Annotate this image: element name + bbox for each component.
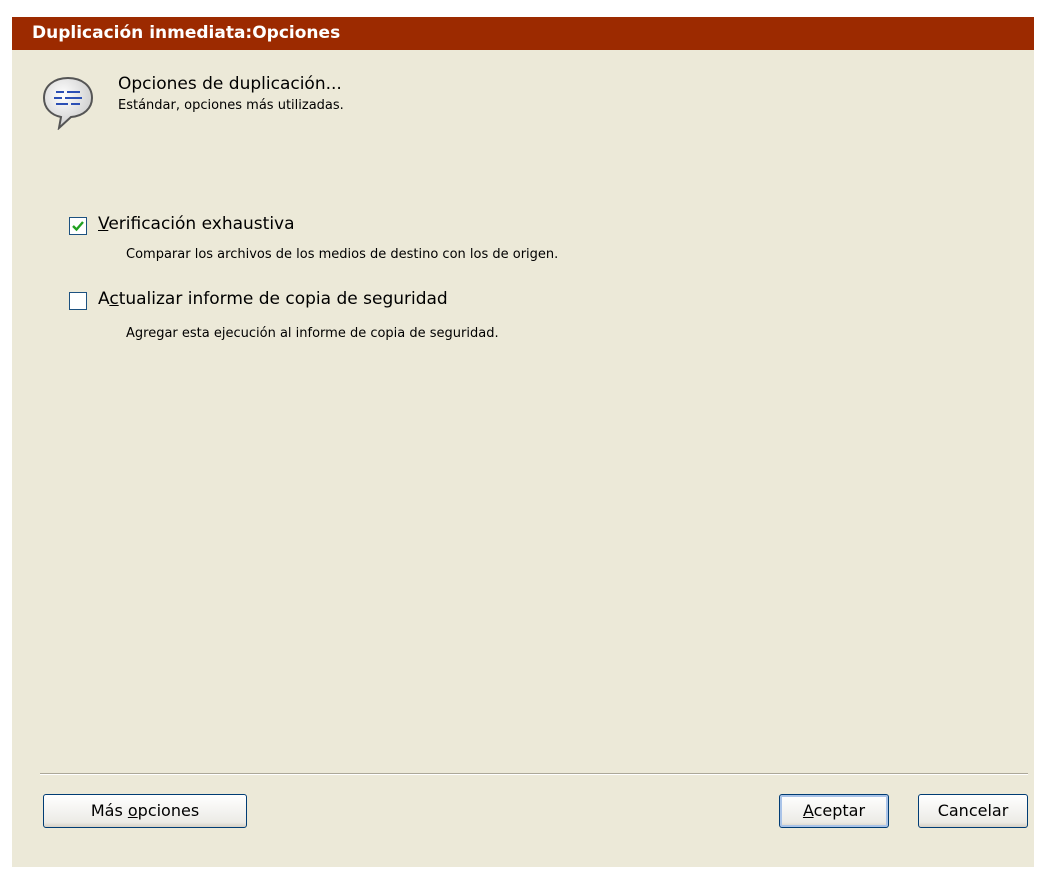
speech-bubble-icon bbox=[40, 74, 96, 131]
header-title: Opciones de duplicación... bbox=[118, 74, 342, 94]
dialog-title: Duplicación inmediata:Opciones bbox=[12, 17, 1034, 50]
checkmark-icon bbox=[72, 221, 84, 232]
header-subtitle: Estándar, opciones más utilizadas. bbox=[118, 98, 344, 113]
actualizar-informe-description: Agregar esta ejecución al informe de cop… bbox=[126, 326, 499, 341]
aceptar-button[interactable]: Aceptar bbox=[779, 794, 889, 828]
verificacion-label[interactable]: Verificación exhaustiva bbox=[98, 214, 295, 234]
verificacion-checkbox[interactable] bbox=[69, 217, 87, 235]
mas-opciones-button[interactable]: Más opciones bbox=[43, 794, 247, 828]
cancelar-button[interactable]: Cancelar bbox=[918, 794, 1028, 828]
separator bbox=[40, 773, 1028, 775]
actualizar-informe-label[interactable]: Actualizar informe de copia de seguridad bbox=[98, 289, 448, 309]
actualizar-informe-checkbox[interactable] bbox=[69, 292, 87, 310]
options-dialog: Duplicación inmediata:Opciones Opciones … bbox=[12, 17, 1034, 867]
verificacion-description: Comparar los archivos de los medios de d… bbox=[126, 247, 559, 262]
